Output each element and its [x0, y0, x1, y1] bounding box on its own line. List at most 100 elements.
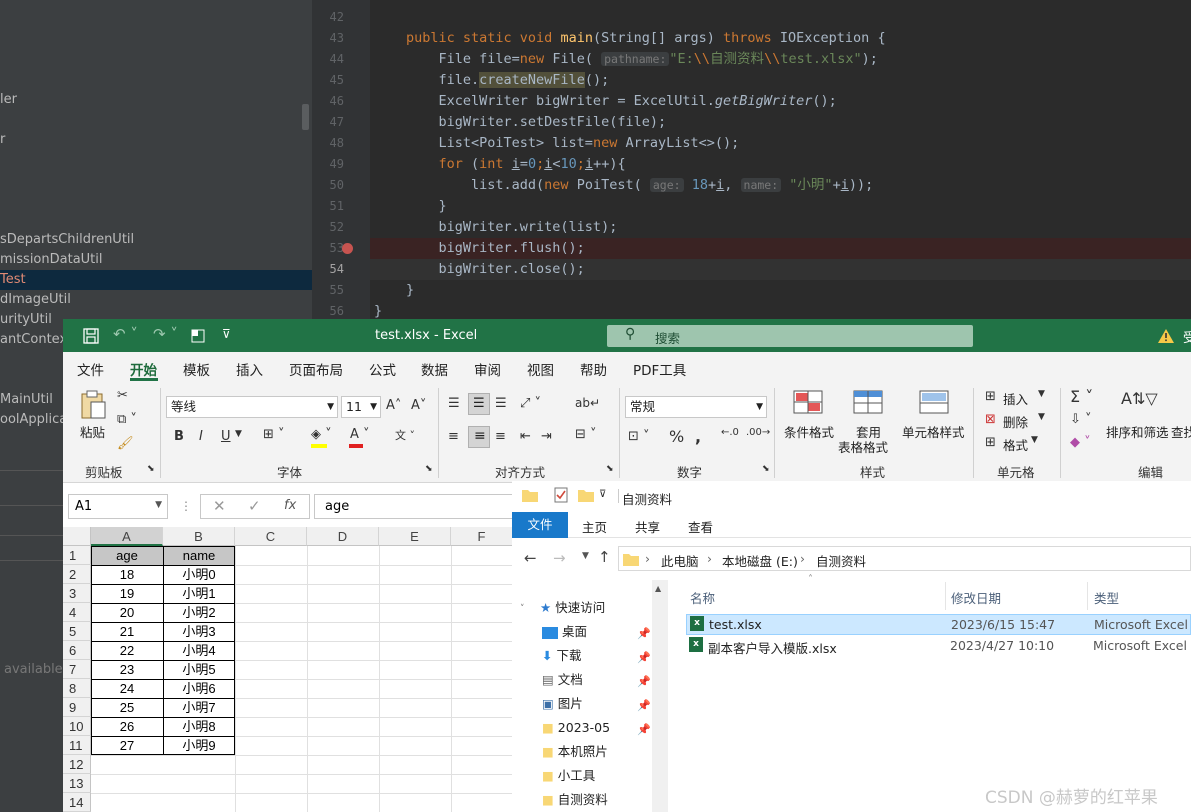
tab-data[interactable]: 数据 [421, 359, 448, 379]
sort-filter-icon[interactable]: A⇅▽ [1121, 389, 1158, 408]
conditional-format-label[interactable]: 条件格式 [784, 422, 834, 441]
copy-icon[interactable]: ⧉ ˅ [117, 412, 137, 427]
tab-insert[interactable]: 插入 [236, 359, 263, 379]
back-icon[interactable]: ← [524, 549, 537, 567]
forward-icon[interactable]: → [553, 549, 566, 567]
row-header[interactable]: 8 [63, 679, 91, 698]
column-header[interactable]: C [235, 527, 307, 546]
row-header[interactable]: 3 [63, 584, 91, 603]
code-editor[interactable]: public static void main(String[] args) t… [370, 0, 1191, 320]
row-header[interactable]: 13 [63, 774, 91, 793]
table-cell[interactable]: 25 [91, 698, 163, 717]
font-size-select[interactable]: 11 ▼ [341, 396, 381, 418]
autosum-icon[interactable]: Σ ˅ [1070, 387, 1093, 406]
insert-cells-label[interactable]: 插入 [1003, 389, 1028, 408]
nav-item-folder[interactable]: ■ 2023-05 [542, 716, 610, 740]
align-center-button[interactable]: ≡ [468, 426, 490, 448]
underline-button[interactable]: U [221, 429, 231, 444]
breadcrumb-item[interactable]: 自测资料 [816, 551, 866, 570]
cell-a1[interactable]: age [91, 546, 163, 565]
table-format-label-2[interactable]: 表格格式 [838, 437, 888, 456]
table-cell[interactable]: 21 [91, 622, 163, 641]
tab-formulas[interactable]: 公式 [369, 359, 396, 379]
table-cell[interactable]: 20 [91, 603, 163, 622]
scrollbar[interactable]: ▲ [652, 580, 668, 812]
chevron-down-icon[interactable]: ▼ [1038, 412, 1045, 422]
tab-page-layout[interactable]: 页面布局 [289, 359, 343, 379]
table-cell[interactable]: 小明7 [163, 698, 235, 717]
align-top-icon[interactable]: ☰ [448, 396, 460, 411]
row-header[interactable]: 14 [63, 793, 91, 812]
nav-item-desktop[interactable]: 桌面 [542, 620, 587, 644]
table-format-icon[interactable] [853, 390, 885, 416]
table-cell[interactable]: 小明1 [163, 584, 235, 603]
breadcrumb-item[interactable]: 此电脑 [661, 551, 699, 570]
align-bottom-icon[interactable]: ☰ [495, 396, 507, 411]
address-bar[interactable]: › 此电脑 › 本地磁盘 (E:) › 自测资料 [618, 546, 1191, 571]
font-name-select[interactable]: 等线 ▼ [166, 396, 338, 418]
row-header[interactable]: 12 [63, 755, 91, 774]
column-header-date[interactable]: 修改日期 [951, 588, 1001, 607]
table-cell[interactable]: 小明2 [163, 603, 235, 622]
row-header[interactable]: 9 [63, 698, 91, 717]
row-header[interactable]: 10 [63, 717, 91, 736]
align-left-icon[interactable]: ≡ [448, 429, 459, 444]
spreadsheet-grid[interactable]: A B C D E F 1 age name 2 18 小明0 3 19 小明1… [63, 527, 513, 812]
tree-item[interactable]: urityUtil [0, 310, 52, 330]
tree-item[interactable]: sDepartsChildrenUtil [0, 230, 134, 250]
cell-b1[interactable]: name [163, 546, 235, 565]
chevron-down-icon[interactable]: ˅ [520, 604, 525, 614]
tree-item[interactable]: oolApplicat [0, 410, 72, 430]
font-color-icon[interactable]: A ˅ [350, 427, 370, 442]
tab-view[interactable]: 查看 [688, 517, 713, 536]
recent-locations-icon[interactable]: ▼ [582, 551, 589, 561]
scroll-up-icon[interactable]: ▲ [655, 584, 661, 593]
tree-item[interactable]: dImageUtil [0, 290, 71, 310]
row-header[interactable]: 6 [63, 641, 91, 660]
align-right-icon[interactable]: ≡ [495, 429, 506, 444]
list-item-selected[interactable]: x test.xlsx 2023/6/15 15:47 Microsoft Ex… [686, 614, 1191, 635]
up-icon[interactable]: ↑ [598, 548, 611, 566]
percent-icon[interactable]: % [669, 427, 684, 446]
currency-icon[interactable]: ⊡ ˅ [628, 429, 650, 444]
row-header[interactable]: 11 [63, 736, 91, 755]
row-header[interactable]: 5 [63, 622, 91, 641]
column-header-name[interactable]: 名称 [690, 588, 715, 607]
select-all-corner[interactable] [63, 527, 91, 546]
formula-input[interactable]: age [314, 494, 514, 519]
tree-item[interactable]: ler [0, 90, 17, 110]
pin-icon[interactable]: 📌 [637, 627, 651, 640]
quick-access-dropdown-icon[interactable]: ⊽ [222, 327, 231, 341]
tab-help[interactable]: 帮助 [580, 359, 607, 379]
tab-templates[interactable]: 模板 [183, 359, 210, 379]
table-cell[interactable]: 23 [91, 660, 163, 679]
search-box[interactable]: ⚲ 搜索 [607, 325, 973, 347]
column-header[interactable]: B [163, 527, 235, 546]
comma-style-icon[interactable]: , [695, 427, 701, 446]
list-item[interactable]: x 副本客户导入模版.xlsx 2023/4/27 10:10 Microsof… [686, 636, 1191, 657]
row-header[interactable]: 2 [63, 565, 91, 584]
table-cell[interactable]: 24 [91, 679, 163, 698]
bold-button[interactable]: B [174, 429, 184, 444]
save-icon[interactable] [83, 328, 99, 344]
border-icon[interactable]: ⊞ ˅ [263, 427, 285, 442]
more-icon[interactable]: ⋮ [180, 499, 192, 513]
increase-decimal-icon[interactable]: ←.0 [721, 427, 739, 438]
column-header[interactable]: D [307, 527, 379, 546]
breadcrumb-item[interactable]: 本地磁盘 (E:) [722, 551, 798, 570]
table-cell[interactable]: 18 [91, 565, 163, 584]
column-header[interactable]: F [451, 527, 513, 546]
quick-access-dropdown-icon[interactable]: ⊽ [599, 489, 606, 500]
nav-item-folder[interactable]: ■ 小工具 [542, 764, 595, 788]
chevron-down-icon[interactable]: ▼ [1038, 389, 1045, 399]
table-cell[interactable]: 19 [91, 584, 163, 603]
column-header-type[interactable]: 类型 [1094, 588, 1119, 607]
nav-item-pictures[interactable]: ▣ 图片 [542, 692, 583, 716]
fill-icon[interactable]: ⇩ ˅ [1070, 412, 1092, 427]
table-cell[interactable]: 27 [91, 736, 163, 755]
paste-icon[interactable] [79, 390, 107, 420]
conditional-format-icon[interactable] [793, 390, 825, 416]
cut-icon[interactable]: ✂ [117, 388, 128, 403]
chevron-down-icon[interactable]: ▼ [1031, 435, 1038, 445]
tab-pdf-tools[interactable]: PDF工具 [633, 359, 686, 379]
